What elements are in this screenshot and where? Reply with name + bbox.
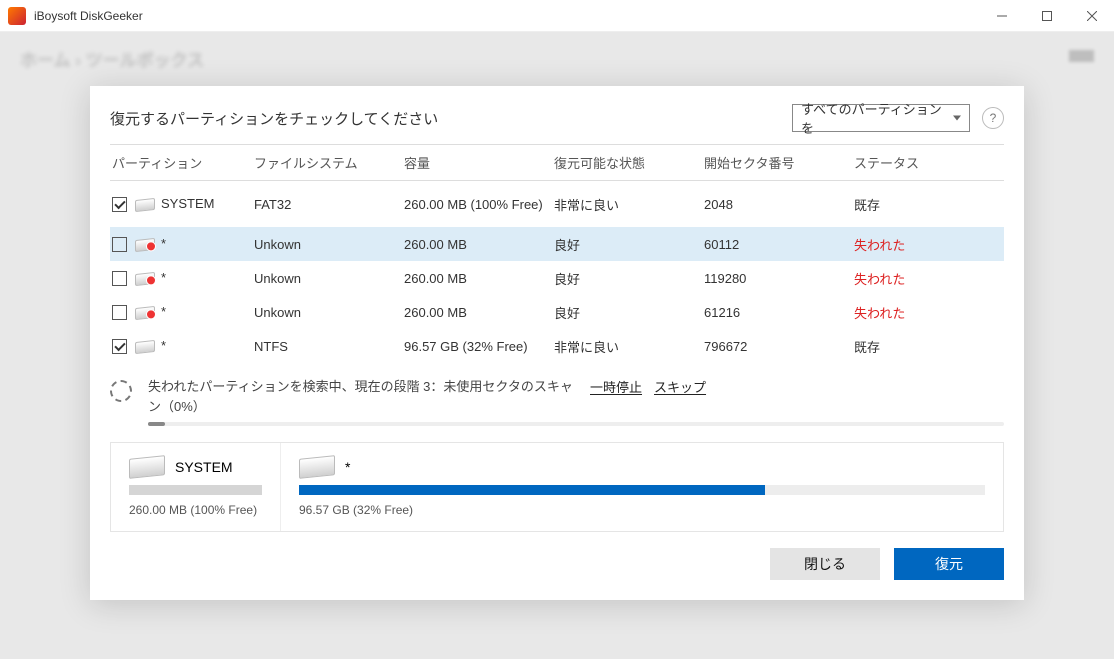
app-icon — [8, 7, 26, 25]
disk-icon — [135, 197, 155, 211]
cell-filesystem: NTFS — [250, 333, 400, 360]
cell-capacity: 260.00 MB — [400, 265, 550, 292]
titlebar: iBoysoft DiskGeeker — [0, 0, 1114, 32]
disk-icon — [135, 305, 155, 319]
cell-capacity: 96.57 GB (32% Free) — [400, 333, 550, 360]
cell-start-sector: 61216 — [700, 299, 850, 326]
cell-filesystem: Unkown — [250, 265, 400, 292]
panel-title: 復元するパーティションをチェックしてください — [110, 108, 792, 129]
table-row[interactable]: * Unkown260.00 MB良好61216失われた — [110, 295, 1004, 329]
system-disk-card[interactable]: SYSTEM 260.00 MB (100% Free) — [111, 443, 281, 531]
scan-progress-row: 失われたパーティションを検索中、現在の段階 3：未使用セクタのスキャン（0%） … — [110, 377, 1004, 426]
cell-capacity: 260.00 MB (100% Free) — [400, 191, 550, 218]
cell-start-sector: 2048 — [700, 191, 850, 218]
partition-table: パーティション ファイルシステム 容量 復元可能な状態 開始セクタ番号 ステータ… — [110, 144, 1004, 363]
cell-start-sector: 60112 — [700, 231, 850, 258]
skip-link[interactable]: スキップ — [654, 377, 706, 396]
col-status: ステータス — [850, 145, 980, 180]
window-buttons — [979, 0, 1114, 32]
breadcrumb: ホーム › ツールボックス — [20, 46, 204, 71]
main-sub: 96.57 GB (32% Free) — [299, 503, 985, 517]
cell-recover-state: 良好 — [550, 263, 700, 294]
cell-status: 失われた — [850, 297, 980, 328]
col-partition: パーティション — [110, 145, 250, 180]
cell-filesystem: Unkown — [250, 299, 400, 326]
partition-name: * — [161, 270, 166, 285]
partition-name: SYSTEM — [161, 196, 214, 211]
row-checkbox[interactable] — [112, 339, 127, 354]
disk-icon — [299, 455, 335, 479]
cell-filesystem: FAT32 — [250, 191, 400, 218]
bg-accent — [1069, 50, 1094, 62]
disk-icon — [129, 455, 165, 479]
button-row: 閉じる 復元 — [110, 548, 1004, 580]
cell-status: 既存 — [850, 331, 980, 362]
cell-start-sector: 796672 — [700, 333, 850, 360]
system-sub: 260.00 MB (100% Free) — [129, 503, 262, 517]
partition-filter-select[interactable]: すべてのパーティションを — [792, 104, 970, 132]
col-start-sector: 開始セクタ番号 — [700, 145, 850, 180]
partition-name: * — [161, 338, 166, 353]
minimize-button[interactable] — [979, 0, 1024, 32]
close-button[interactable] — [1069, 0, 1114, 32]
main-disk-card[interactable]: * 96.57 GB (32% Free) — [281, 443, 1003, 531]
cell-status: 失われた — [850, 229, 980, 260]
col-capacity: 容量 — [400, 145, 550, 180]
card-name: SYSTEM — [175, 459, 233, 475]
cell-recover-state: 良好 — [550, 297, 700, 328]
row-checkbox[interactable] — [112, 305, 127, 320]
col-recover-state: 復元可能な状態 — [550, 145, 700, 180]
row-checkbox[interactable] — [112, 271, 127, 286]
table-row[interactable]: * NTFS96.57 GB (32% Free)非常に良い796672既存 — [110, 329, 1004, 363]
cell-recover-state: 良好 — [550, 229, 700, 260]
table-row[interactable]: * Unkown260.00 MB良好60112失われた — [110, 227, 1004, 261]
col-filesystem: ファイルシステム — [250, 145, 400, 180]
card-name: * — [345, 459, 350, 475]
cell-recover-state: 非常に良い — [550, 331, 700, 362]
disk-icon — [135, 237, 155, 251]
restore-panel: 復元するパーティションをチェックしてください すべてのパーティションを ? パー… — [90, 86, 1024, 600]
scan-progress-bar — [148, 422, 1004, 426]
close-panel-button[interactable]: 閉じる — [770, 548, 880, 580]
table-header: パーティション ファイルシステム 容量 復元可能な状態 開始セクタ番号 ステータ… — [110, 144, 1004, 181]
cell-filesystem: Unkown — [250, 231, 400, 258]
main-usage-bar — [299, 485, 985, 495]
table-row[interactable]: * Unkown260.00 MB良好119280失われた — [110, 261, 1004, 295]
app-title: iBoysoft DiskGeeker — [34, 9, 979, 23]
disk-icon — [135, 339, 155, 353]
partition-name: * — [161, 304, 166, 319]
disk-cards: SYSTEM 260.00 MB (100% Free) * 96.57 GB … — [110, 442, 1004, 532]
cell-status: 失われた — [850, 263, 980, 294]
row-checkbox[interactable] — [112, 197, 127, 212]
partition-name: * — [161, 236, 166, 251]
restore-button[interactable]: 復元 — [894, 548, 1004, 580]
cell-capacity: 260.00 MB — [400, 299, 550, 326]
cell-start-sector: 119280 — [700, 265, 850, 292]
row-checkbox[interactable] — [112, 237, 127, 252]
maximize-button[interactable] — [1024, 0, 1069, 32]
spinner-icon — [110, 380, 132, 402]
disk-icon — [135, 271, 155, 285]
cell-status: 既存 — [850, 189, 980, 220]
cell-capacity: 260.00 MB — [400, 231, 550, 258]
system-usage-bar — [129, 485, 262, 495]
scan-message: 失われたパーティションを検索中、現在の段階 3：未使用セクタのスキャン（0%） — [148, 377, 578, 416]
filter-label: すべてのパーティションを — [801, 99, 945, 137]
table-row[interactable]: SYSTEM FAT32260.00 MB (100% Free)非常に良い204… — [110, 181, 1004, 227]
cell-recover-state: 非常に良い — [550, 189, 700, 220]
pause-link[interactable]: 一時停止 — [590, 377, 642, 396]
help-icon[interactable]: ? — [982, 107, 1004, 129]
